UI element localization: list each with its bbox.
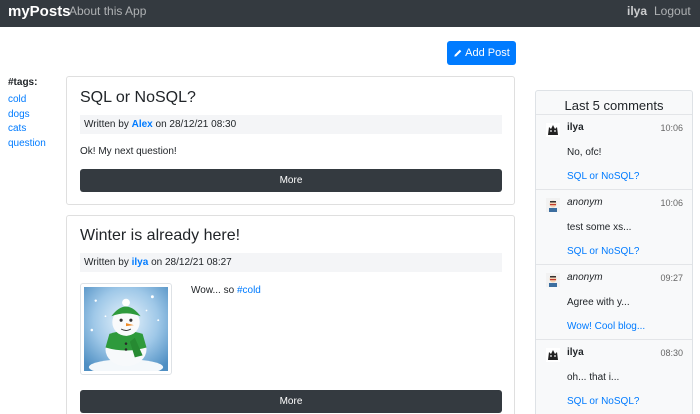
comment-author: anonym: [567, 272, 603, 283]
more-button[interactable]: More: [80, 169, 502, 192]
comment-item: ilya 10:06 No, ofc! SQL or NoSQL?: [536, 114, 692, 189]
tags-title: #tags:: [8, 77, 38, 88]
comment-item: ilya 08:30 oh... that i... SQL or NoSQL?: [536, 339, 692, 414]
anonymous-icon: [546, 198, 560, 212]
tag-link[interactable]: question: [8, 137, 46, 152]
comment-author[interactable]: ilya: [567, 347, 584, 358]
cat-icon: [546, 123, 560, 137]
post-card: SQL or NoSQL? Written by Alex on 28/12/2…: [66, 76, 515, 205]
post-author-link[interactable]: Alex: [132, 119, 153, 130]
brand-link[interactable]: myPosts: [8, 3, 71, 20]
comment-text: test some xs...: [567, 222, 632, 233]
pencil-icon: [454, 49, 462, 57]
comments-panel: Last 5 comments ilya 10:06 No, ofc! SQL …: [535, 90, 693, 414]
hashtag-link[interactable]: #cold: [237, 285, 261, 296]
comment-author[interactable]: ilya: [567, 122, 584, 133]
comment-text: oh... that i...: [567, 372, 620, 383]
comment-time: 09:27: [660, 273, 683, 283]
comment-post-link[interactable]: SQL or NoSQL?: [567, 396, 639, 407]
comment-post-link[interactable]: SQL or NoSQL?: [567, 246, 639, 257]
post-body-text: Wow... so: [191, 285, 235, 296]
post-author-link[interactable]: ilya: [132, 257, 149, 268]
post-date: on 28/12/21 08:27: [151, 257, 232, 268]
anonymous-icon: [546, 273, 560, 287]
more-button[interactable]: More: [80, 390, 502, 413]
post-meta: Written by Alex on 28/12/21 08:30: [80, 115, 502, 134]
post-meta: Written by ilya on 28/12/21 08:27: [80, 253, 502, 272]
tag-link[interactable]: dogs: [8, 108, 46, 123]
post-date: on 28/12/21 08:30: [155, 119, 237, 130]
navbar: myPosts About this App ilya Logout: [0, 0, 700, 27]
post-body: Ok! My next question!: [80, 146, 177, 157]
written-by-label: Written by: [84, 257, 129, 268]
post-title: Winter is already here!: [80, 227, 241, 244]
post-card: Winter is already here! Written by ilya …: [66, 215, 515, 414]
comment-post-link[interactable]: SQL or NoSQL?: [567, 171, 639, 182]
comment-text: No, ofc!: [567, 147, 602, 158]
comment-time: 08:30: [660, 348, 683, 358]
comment-item: anonym 09:27 Agree with y... Wow! Cool b…: [536, 264, 692, 339]
comment-time: 10:06: [660, 123, 683, 133]
add-post-label: Add Post: [465, 47, 510, 59]
cat-icon: [546, 348, 560, 362]
tag-link[interactable]: cold: [8, 93, 46, 108]
add-post-button[interactable]: Add Post: [447, 41, 516, 65]
nav-user-link[interactable]: ilya: [627, 4, 647, 18]
comment-post-link[interactable]: Wow! Cool blog...: [567, 321, 645, 332]
nav-about-link[interactable]: About this App: [69, 4, 146, 18]
comment-author: anonym: [567, 197, 603, 208]
post-image[interactable]: [80, 283, 172, 375]
nav-logout-link[interactable]: Logout: [654, 4, 691, 18]
snowman-image: [84, 287, 168, 371]
comments-title: Last 5 comments: [564, 98, 664, 113]
post-body: Wow... so #cold: [191, 285, 261, 296]
comment-text: Agree with y...: [567, 297, 630, 308]
tag-link[interactable]: cats: [8, 122, 46, 137]
tags-list: cold dogs cats question: [8, 93, 46, 151]
comment-item: anonym 10:06 test some xs... SQL or NoSQ…: [536, 189, 692, 264]
comment-time: 10:06: [660, 198, 683, 208]
written-by-label: Written by: [84, 119, 129, 130]
post-title: SQL or NoSQL?: [80, 89, 196, 106]
